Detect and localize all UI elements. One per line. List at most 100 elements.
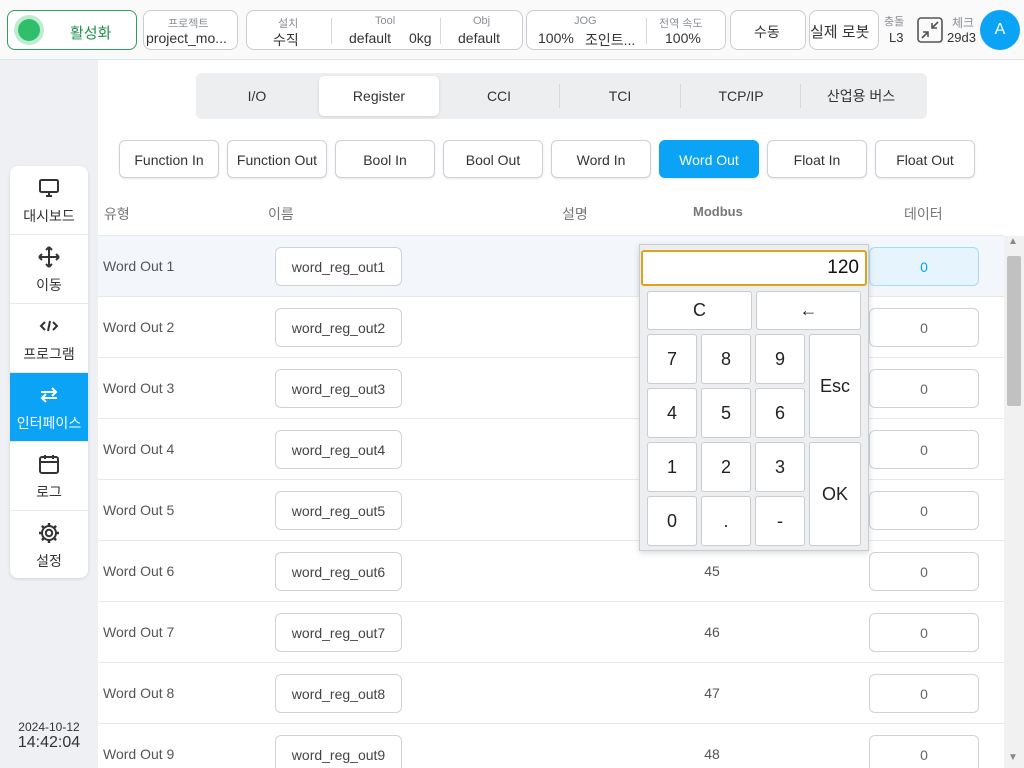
escape-key[interactable]: Esc [809,334,861,438]
register-value-field[interactable]: 0 [869,308,979,347]
tab-cci[interactable]: CCI [439,76,559,116]
table-row[interactable]: Word Out 7 word_reg_out7 46 0 [98,602,1004,663]
subtab-bool-in[interactable]: Bool In [335,140,435,178]
real-robot-button[interactable]: 실제 로봇 [809,10,879,50]
subtab-float-in[interactable]: Float In [767,140,867,178]
sidebar-item-log[interactable]: 로그 [10,442,88,511]
digit-key-0[interactable]: 0 [647,496,697,546]
divider [440,18,441,44]
digit-key-6[interactable]: 6 [755,388,805,438]
collision-label: 충돌 [884,16,905,28]
decimal-key[interactable]: . [701,496,751,546]
sidebar-item-interface[interactable]: 인터페이스 [10,373,88,442]
register-value-field[interactable]: 0 [869,613,979,652]
install-value: 수직 [273,32,299,48]
scroll-up-arrow-icon[interactable]: ▲ [1008,236,1018,247]
register-name-field[interactable]: word_reg_out8 [275,674,402,713]
digit-key-4[interactable]: 4 [647,388,697,438]
register-value-field[interactable]: 0 [869,430,979,469]
register-name-field[interactable]: word_reg_out7 [275,613,402,652]
project-selector[interactable]: 프로젝트 project_mo... [143,10,238,50]
ok-key[interactable]: OK [809,442,861,546]
subtab-word-in[interactable]: Word In [551,140,651,178]
keypad-display[interactable]: 120 [641,250,867,286]
register-type: Word Out 9 [103,746,175,762]
register-type: Word Out 3 [103,380,175,396]
modbus-address: 45 [704,563,720,579]
register-name-field[interactable]: word_reg_out1 [275,247,402,286]
scroll-down-arrow-icon[interactable]: ▼ [1008,752,1018,763]
check-label: 체크 [952,16,975,30]
install-tool-obj-panel[interactable]: 설치 수직 Tool default 0kg Obj default [246,10,523,50]
scrollbar-thumb[interactable] [1007,256,1021,406]
tab-tcpip[interactable]: TCP/IP [681,76,801,116]
main-panel: I/O Register CCI TCI TCP/IP 산업용 버스 Funct… [98,60,1024,768]
clear-key[interactable]: C [647,291,752,330]
tab-tci[interactable]: TCI [560,76,680,116]
avatar[interactable]: A [980,10,1020,50]
digit-key-2[interactable]: 2 [701,442,751,492]
register-type: Word Out 4 [103,441,175,457]
column-header-name: 이름 [268,206,294,222]
register-name-field[interactable]: word_reg_out9 [275,735,402,768]
table-row[interactable]: Word Out 9 word_reg_out9 48 0 [98,724,1004,768]
register-value-field[interactable]: 0 [869,674,979,713]
sidebar-item-label: 대시보드 [23,208,75,224]
tab-industrial-bus[interactable]: 산업용 버스 [801,76,921,116]
minus-key[interactable]: - [755,496,805,546]
project-label: 프로젝트 [168,18,209,30]
table-row[interactable]: Word Out 8 word_reg_out8 47 0 [98,663,1004,724]
tab-register[interactable]: Register [319,76,439,116]
sidebar-item-dashboard[interactable]: 대시보드 [10,166,88,235]
calendar-icon [39,455,59,474]
digit-key-1[interactable]: 1 [647,442,697,492]
subtab-word-out[interactable]: Word Out [659,140,759,178]
tool-value: default [349,30,392,46]
column-header-description: 설명 [562,206,588,222]
register-value-field[interactable]: 0 [869,735,979,768]
subtab-function-out[interactable]: Function Out [227,140,327,178]
gear-icon [39,523,59,543]
collapse-icon[interactable] [917,17,943,43]
digit-key-3[interactable]: 3 [755,442,805,492]
digit-key-9[interactable]: 9 [755,334,805,384]
monitor-icon [39,179,59,197]
move-icon [38,246,60,268]
sidebar-item-label: 이동 [36,277,62,293]
register-name-field[interactable]: word_reg_out6 [275,552,402,591]
register-value-field[interactable]: 0 [869,369,979,408]
register-value-field[interactable]: 0 [869,247,979,286]
register-type: Word Out 7 [103,624,175,640]
sidebar-item-program[interactable]: 프로그램 [10,304,88,373]
register-type: Word Out 5 [103,502,175,518]
divider [646,18,647,44]
install-label: 설치 [278,18,299,30]
sidebar-item-settings[interactable]: 설정 [10,511,88,578]
digit-key-5[interactable]: 5 [701,388,751,438]
register-name-field[interactable]: word_reg_out5 [275,491,402,530]
register-name-field[interactable]: word_reg_out2 [275,308,402,347]
register-type: Word Out 6 [103,563,175,579]
subtab-float-out[interactable]: Float Out [875,140,975,178]
table-scrollbar[interactable]: ▲ ▼ [1004,236,1024,768]
register-value-field[interactable]: 0 [869,552,979,591]
digit-key-8[interactable]: 8 [701,334,751,384]
subtab-function-in[interactable]: Function In [119,140,219,178]
modbus-address: 47 [704,685,720,701]
digit-key-7[interactable]: 7 [647,334,697,384]
register-name-field[interactable]: word_reg_out4 [275,430,402,469]
activate-button[interactable]: 활성화 [7,10,137,50]
divider [331,18,332,44]
jog-speed-panel[interactable]: JOG 100% 조인트... 전역 속도 100% [526,10,726,50]
register-type: Word Out 1 [103,258,175,274]
numeric-keypad: 120 C ← 7 8 9 Esc 4 5 6 1 2 3 OK 0 . - [639,244,869,551]
register-value-field[interactable]: 0 [869,491,979,530]
register-name-field[interactable]: word_reg_out3 [275,369,402,408]
tab-io[interactable]: I/O [197,76,317,116]
manual-mode-button[interactable]: 수동 [730,10,806,50]
backspace-key[interactable]: ← [756,291,861,330]
subtab-bool-out[interactable]: Bool Out [443,140,543,178]
swap-icon [40,387,58,403]
status-indicator-icon [18,19,40,41]
sidebar-item-move[interactable]: 이동 [10,235,88,304]
